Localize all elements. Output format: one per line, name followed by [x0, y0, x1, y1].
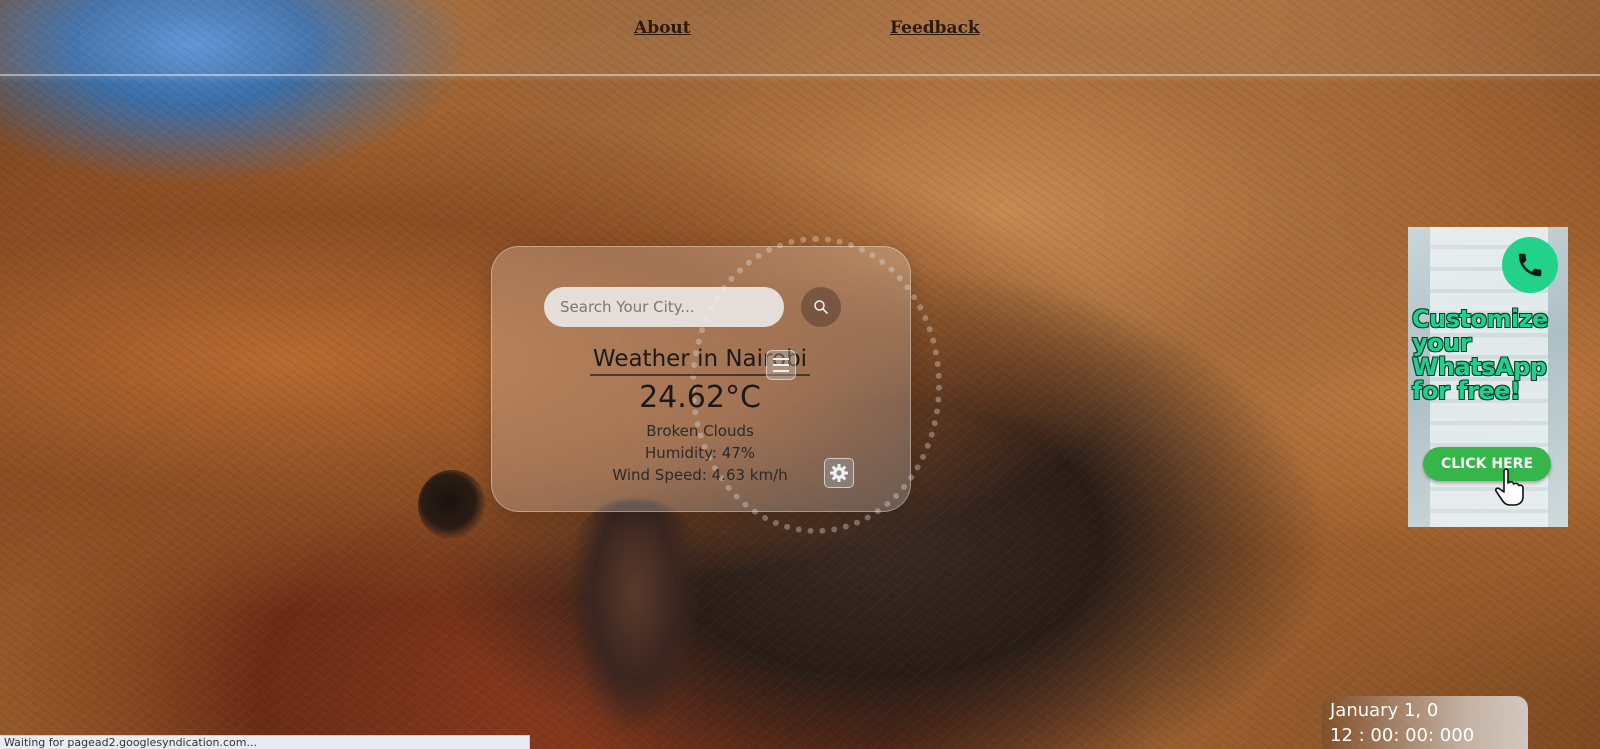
pointer-hand-icon	[1494, 468, 1524, 506]
nav-feedback-link[interactable]: Feedback	[890, 18, 980, 38]
humidity-value: Humidity: 47%	[644, 444, 756, 462]
top-navbar: About Feedback	[0, 0, 1600, 76]
search-button[interactable]	[801, 287, 841, 327]
clock-date: January 1, 0	[1330, 700, 1439, 721]
wind-speed-value: Wind Speed: 4.63 km/h	[612, 466, 788, 484]
nav-about-link[interactable]: About	[634, 18, 691, 38]
background-elephant-trunk	[570, 500, 700, 730]
whatsapp-ad-banner[interactable]: Customize your WhatsApp for free! CLICK …	[1408, 227, 1568, 527]
gear-icon	[830, 464, 848, 482]
settings-button[interactable]	[824, 458, 854, 488]
ad-click-here-button[interactable]: CLICK HERE	[1423, 447, 1551, 481]
search-icon	[814, 300, 828, 314]
menu-icon[interactable]	[766, 350, 796, 380]
clock-widget: January 1, 0 12 : 00: 00: 000	[1322, 696, 1528, 749]
clock-time: 12 : 00: 00: 000	[1330, 725, 1475, 746]
temperature-value: 24.62°C	[639, 380, 761, 415]
weather-description: Broken Clouds	[646, 422, 754, 440]
ad-headline: Customize your WhatsApp for free!	[1412, 305, 1548, 405]
browser-status-bar: Waiting for pagead2.googlesyndication.co…	[0, 735, 530, 749]
city-search-input[interactable]	[544, 287, 784, 327]
phone-icon	[1502, 237, 1558, 293]
background-elephant-eye	[418, 470, 486, 540]
